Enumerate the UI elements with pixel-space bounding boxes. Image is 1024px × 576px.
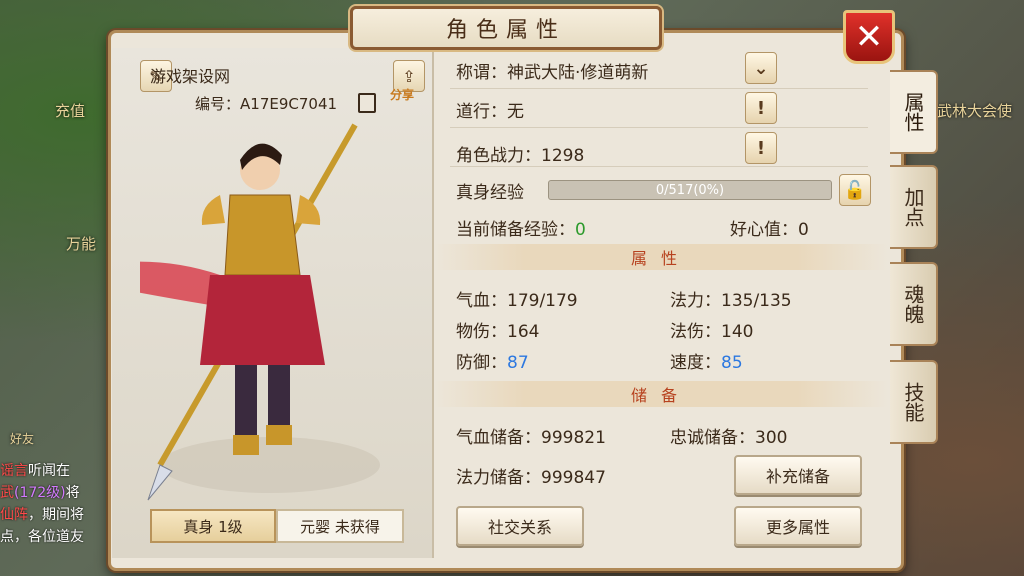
exclamation-icon: ! xyxy=(756,137,766,159)
mp-reserve-row: 法力储备：999847 xyxy=(456,463,606,488)
spd-label: 速度： xyxy=(670,353,721,373)
divider xyxy=(450,127,868,128)
chat-tag: 谣言 xyxy=(0,463,28,479)
close-button[interactable]: ✕ xyxy=(843,10,895,64)
refill-reserve-button[interactable]: 补充储备 xyxy=(734,455,862,495)
stored-exp-value: 0 xyxy=(575,220,586,240)
mp-label: 法力： xyxy=(670,291,721,311)
def-row: 防御：87 xyxy=(456,348,529,373)
matk-label: 法伤： xyxy=(670,322,721,342)
power-info-button[interactable]: ! xyxy=(745,132,777,164)
friend-button[interactable]: 好友 xyxy=(10,430,34,447)
power-label: 角色战力： xyxy=(456,146,541,166)
bg-event-label: 武林大会使 xyxy=(937,102,1013,120)
id-value: A17E9C7041 xyxy=(240,95,338,113)
mp-reserve-value: 999847 xyxy=(541,468,606,488)
divider xyxy=(450,88,868,89)
spd-row: 速度：85 xyxy=(670,348,743,373)
divider xyxy=(450,166,868,167)
daoxing-row: 道行：无 xyxy=(456,97,524,122)
bg-recharge-label: 充值 xyxy=(55,102,86,120)
exp-label: 真身经验 xyxy=(456,183,524,203)
daoxing-info-button[interactable]: ! xyxy=(745,92,777,124)
exp-progress-bar: 0/517(0%) xyxy=(548,180,832,200)
id-label: 编号： xyxy=(195,95,241,113)
chat-text: (172级) xyxy=(14,485,66,501)
exp-unlock-button[interactable]: 🔓 xyxy=(839,174,871,206)
chat-text: 点，各位道友 xyxy=(0,529,84,545)
social-relations-button[interactable]: 社交关系 xyxy=(456,506,584,546)
def-value: 87 xyxy=(507,353,529,373)
chat-panel: 谣言听闻在 武(172级)将 仙阵，期间将 点，各位道友 xyxy=(0,460,115,548)
character-model xyxy=(140,123,380,501)
reserves-section-header: 储备 xyxy=(434,381,888,407)
patk-row: 物伤：164 xyxy=(456,317,539,342)
character-name: 游戏架设网 xyxy=(149,67,230,86)
mp-value: 135/135 xyxy=(721,291,792,311)
unlock-icon: 🔓 xyxy=(843,179,867,201)
matk-row: 法伤：140 xyxy=(670,317,753,342)
hp-value: 179/179 xyxy=(507,291,578,311)
chevron-down-icon: ⌄ xyxy=(753,57,769,79)
tab-attributes-label: 属性 xyxy=(901,92,925,132)
mp-row: 法力：135/135 xyxy=(670,286,792,311)
mp-reserve-label: 法力储备： xyxy=(456,468,541,488)
kindness-row: 好心值：0 xyxy=(730,215,809,240)
title-row: 称谓：神武大陆·修道萌新 xyxy=(456,58,648,83)
hp-row: 气血：179/179 xyxy=(456,286,578,311)
tab-attributes[interactable]: 属性 xyxy=(890,70,938,154)
title-dropdown-button[interactable]: ⌄ xyxy=(745,52,777,84)
tab-true-body[interactable]: 真身 1级 xyxy=(150,509,276,543)
matk-value: 140 xyxy=(721,322,754,342)
stored-exp-row: 当前储备经验：0 xyxy=(456,215,586,240)
kindness-value: 0 xyxy=(798,220,809,240)
copy-icon[interactable] xyxy=(358,93,376,113)
share-icon: ⇪ xyxy=(402,66,416,86)
def-label: 防御： xyxy=(456,353,507,373)
hp-reserve-row: 气血储备：999821 xyxy=(456,423,606,448)
patk-label: 物伤： xyxy=(456,322,507,342)
power-row: 角色战力：1298 xyxy=(456,141,584,166)
tab-skills-label: 技能 xyxy=(901,382,925,422)
more-attributes-button[interactable]: 更多属性 xyxy=(734,506,862,546)
tab-skills[interactable]: 技能 xyxy=(890,360,938,444)
tab-add-points[interactable]: 加点 xyxy=(890,165,938,249)
chat-text: 将 xyxy=(65,485,80,501)
hp-label: 气血： xyxy=(456,291,507,311)
kindness-label: 好心值： xyxy=(730,220,798,240)
patk-value: 164 xyxy=(507,322,540,342)
tab-soul-label: 魂魄 xyxy=(901,284,925,324)
character-id: 编号：A17E9C7041 xyxy=(110,93,465,114)
chat-text: 听闻在 xyxy=(28,463,70,479)
attributes-section-header: 属性 xyxy=(434,244,888,270)
daoxing-label: 道行： xyxy=(456,102,507,122)
exclamation-icon: ! xyxy=(756,97,766,119)
bg-universal-label: 万能 xyxy=(66,235,97,253)
tab-add-points-label: 加点 xyxy=(901,187,925,227)
tab-soul[interactable]: 魂魄 xyxy=(890,262,938,346)
loyalty-value: 300 xyxy=(755,428,788,448)
title-value: 神武大陆·修道萌新 xyxy=(507,63,649,83)
exp-progress-text: 0/517(0%) xyxy=(655,182,725,198)
stored-exp-label: 当前储备经验： xyxy=(456,220,575,240)
hp-reserve-label: 气血储备： xyxy=(456,428,541,448)
loyalty-row: 忠诚储备：300 xyxy=(670,423,787,448)
chat-text: ，期间将 xyxy=(28,507,84,523)
power-value: 1298 xyxy=(541,146,585,166)
spd-value: 85 xyxy=(721,353,743,373)
chat-text: 仙阵 xyxy=(0,507,28,523)
hp-reserve-value: 999821 xyxy=(541,428,606,448)
title-label: 称谓： xyxy=(456,63,507,83)
window-title: 角色属性 xyxy=(350,6,662,50)
tab-yuanying[interactable]: 元婴 未获得 xyxy=(276,509,404,543)
loyalty-label: 忠诚储备： xyxy=(670,428,755,448)
daoxing-value: 无 xyxy=(507,102,524,122)
chat-text: 武 xyxy=(0,485,14,501)
